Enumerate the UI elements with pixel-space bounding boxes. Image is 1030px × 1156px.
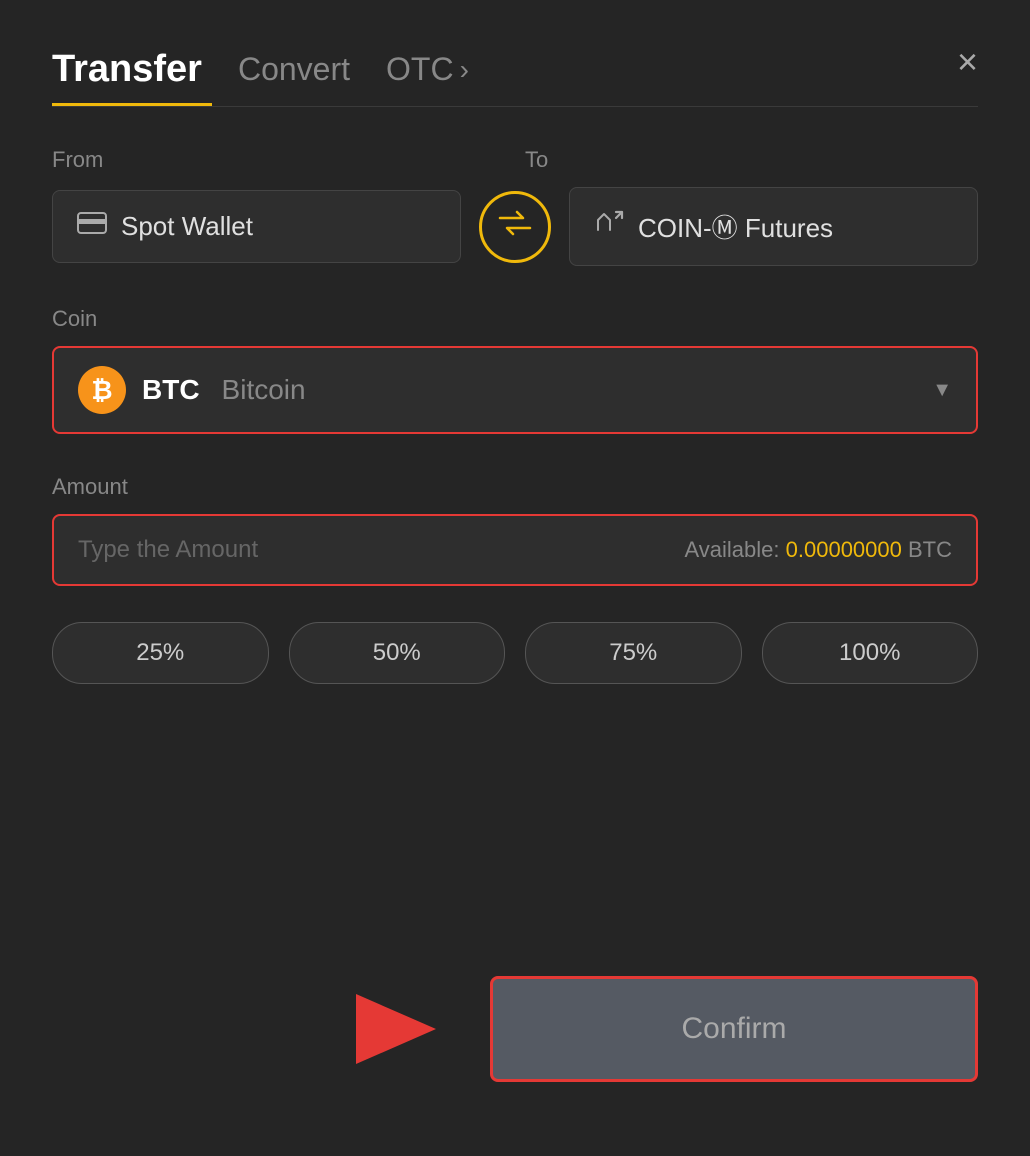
amount-box: Available: 0.00000000 BTC bbox=[52, 514, 978, 586]
amount-section: Amount Available: 0.00000000 BTC bbox=[52, 474, 978, 586]
amount-input[interactable] bbox=[78, 536, 685, 564]
coin-selector[interactable]: ₿ BTC Bitcoin ▼ bbox=[52, 346, 978, 434]
coin-section: Coin ₿ BTC Bitcoin ▼ bbox=[52, 306, 978, 434]
from-wallet-name: Spot Wallet bbox=[121, 211, 253, 242]
pct-75-button[interactable]: 75% bbox=[525, 622, 742, 684]
from-to-labels: From To bbox=[52, 147, 978, 173]
percentage-row: 25% 50% 75% 100% bbox=[52, 622, 978, 684]
red-arrow-icon bbox=[346, 974, 466, 1084]
chevron-down-icon: ▼ bbox=[932, 379, 952, 402]
from-wallet-selector[interactable]: Spot Wallet bbox=[52, 190, 461, 263]
futures-icon bbox=[594, 210, 624, 243]
pct-25-button[interactable]: 25% bbox=[52, 622, 269, 684]
to-wallet-selector[interactable]: COIN-Ⓜ Futures bbox=[569, 187, 978, 266]
swap-button[interactable] bbox=[479, 191, 551, 263]
available-balance: Available: 0.00000000 BTC bbox=[685, 537, 952, 563]
close-button[interactable]: × bbox=[957, 44, 978, 80]
to-wallet-name: COIN-Ⓜ Futures bbox=[638, 208, 833, 245]
tab-convert[interactable]: Convert bbox=[238, 51, 350, 88]
from-to-row: Spot Wallet COIN-Ⓜ bbox=[52, 187, 978, 266]
tab-otc[interactable]: OTC › bbox=[386, 51, 469, 88]
arrow-area bbox=[52, 974, 490, 1084]
to-label: To bbox=[525, 147, 978, 173]
coin-label: Coin bbox=[52, 306, 978, 332]
from-label: From bbox=[52, 147, 505, 173]
confirm-button[interactable]: Confirm bbox=[490, 976, 978, 1082]
transfer-modal: Transfer Convert OTC › × From To bbox=[0, 0, 1030, 1156]
header-divider bbox=[52, 106, 978, 107]
amount-label: Amount bbox=[52, 474, 978, 500]
pct-50-button[interactable]: 50% bbox=[289, 622, 506, 684]
from-to-section: From To Spot Wallet bbox=[52, 147, 978, 266]
available-amount-value: 0.00000000 bbox=[786, 537, 902, 562]
wallet-icon bbox=[77, 212, 107, 241]
confirm-area: Confirm bbox=[52, 974, 978, 1084]
swap-icon bbox=[497, 208, 533, 245]
coin-full-name: Bitcoin bbox=[222, 374, 306, 406]
btc-icon: ₿ bbox=[78, 366, 126, 414]
pct-100-button[interactable]: 100% bbox=[762, 622, 979, 684]
header-tabs: Transfer Convert OTC › bbox=[52, 48, 978, 91]
coin-symbol: BTC bbox=[142, 374, 200, 406]
tab-transfer[interactable]: Transfer bbox=[52, 48, 202, 91]
